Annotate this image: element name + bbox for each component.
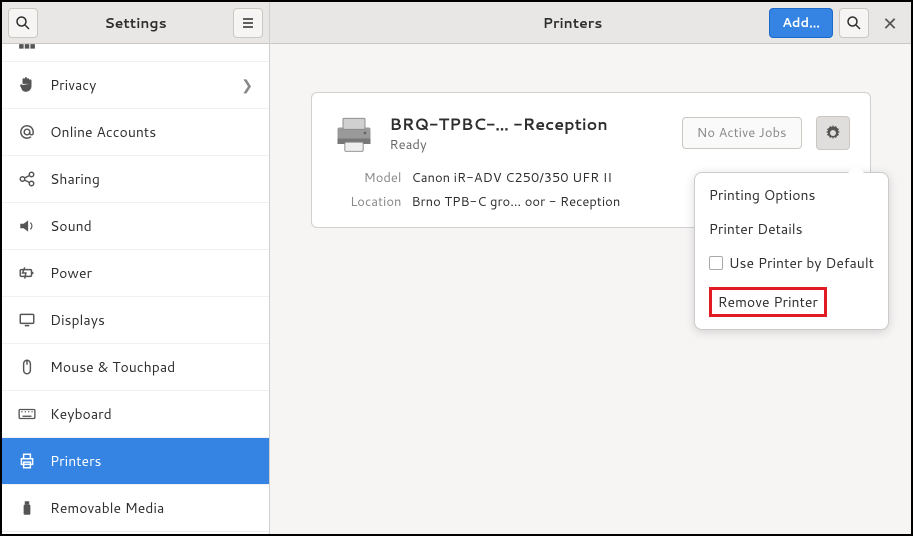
menu-use-default[interactable]: Use Printer by Default [707, 249, 876, 277]
sidebar-item-label: Sound [50, 216, 253, 236]
printer-status: Ready [390, 136, 668, 154]
close-button[interactable]: ✕ [875, 8, 905, 38]
sidebar-item-label: Privacy [50, 75, 227, 95]
sidebar-item-sharing[interactable]: Sharing [2, 156, 269, 203]
sidebar-item-label: Sharing [50, 169, 253, 189]
sidebar-item-printers[interactable]: Printers [2, 438, 269, 485]
printer-settings-button[interactable] [816, 116, 850, 150]
main-panel: Printers Add… ✕ [270, 2, 911, 534]
location-label: Location [332, 193, 402, 211]
gear-icon [825, 125, 841, 141]
search-printers-button[interactable] [839, 8, 869, 38]
menu-button[interactable] [233, 8, 263, 38]
at-icon [18, 123, 36, 141]
nav-list: x Privacy ❯ Online Accounts Sharing Soun… [2, 44, 269, 534]
printer-icon [18, 452, 36, 470]
sidebar-item-sound[interactable]: Sound [2, 203, 269, 250]
search-icon [15, 15, 31, 31]
default-checkbox[interactable] [709, 256, 723, 270]
grid-icon [18, 44, 36, 61]
add-printer-button[interactable]: Add… [769, 8, 833, 38]
jobs-button[interactable]: No Active Jobs [682, 117, 802, 149]
menu-printing-options[interactable]: Printing Options [707, 181, 876, 209]
share-icon [18, 170, 36, 188]
printer-menu-popover: Printing Options Printer Details Use Pri… [694, 172, 889, 330]
sidebar-item-power[interactable]: Power [2, 250, 269, 297]
printer-name: BRQ-TPBC-… -Reception [390, 113, 668, 136]
usb-icon [18, 499, 36, 517]
sidebar-item-label: Keyboard [50, 404, 253, 424]
main-title: Printers [376, 13, 769, 33]
sidebar-item-label: Displays [50, 310, 253, 330]
close-icon: ✕ [882, 10, 897, 36]
sidebar-item-online-accounts[interactable]: Online Accounts [2, 109, 269, 156]
keyboard-icon [18, 405, 36, 423]
remove-highlight: Remove Printer [709, 287, 827, 317]
sidebar-item-removable-media[interactable]: Removable Media [2, 485, 269, 532]
sidebar-item-label: Printers [50, 451, 253, 471]
menu-remove-label: Remove Printer [718, 292, 818, 312]
sidebar-item-label: Power [50, 263, 253, 283]
sidebar-item-keyboard[interactable]: Keyboard [2, 391, 269, 438]
display-icon [18, 311, 36, 329]
main-headerbar: Printers Add… ✕ [270, 2, 911, 44]
sidebar-item-applications-partial[interactable]: x [2, 44, 269, 62]
menu-remove-printer[interactable]: Remove Printer [707, 283, 876, 321]
sidebar-headerbar: Settings [2, 2, 269, 44]
power-icon [18, 264, 36, 282]
sidebar-item-label: Removable Media [50, 498, 253, 518]
menu-icon [240, 15, 256, 31]
mouse-icon [18, 358, 36, 376]
sidebar-item-mouse-touchpad[interactable]: Mouse & Touchpad [2, 344, 269, 391]
printer-device-icon [332, 111, 376, 155]
model-label: Model [332, 169, 402, 187]
sidebar: Settings x Privacy ❯ Online Accounts Sh [2, 2, 270, 534]
sidebar-item-privacy[interactable]: Privacy ❯ [2, 62, 269, 109]
search-icon [846, 15, 862, 31]
sidebar-title: Settings [38, 13, 233, 33]
search-button[interactable] [8, 8, 38, 38]
sidebar-item-displays[interactable]: Displays [2, 297, 269, 344]
sidebar-item-label: Online Accounts [50, 122, 253, 142]
hand-icon [18, 76, 36, 94]
chevron-right-icon: ❯ [241, 75, 253, 95]
speaker-icon [18, 217, 36, 235]
sidebar-item-label: Mouse & Touchpad [50, 357, 253, 377]
menu-use-default-label: Use Printer by Default [729, 253, 874, 273]
menu-printer-details[interactable]: Printer Details [707, 215, 876, 243]
